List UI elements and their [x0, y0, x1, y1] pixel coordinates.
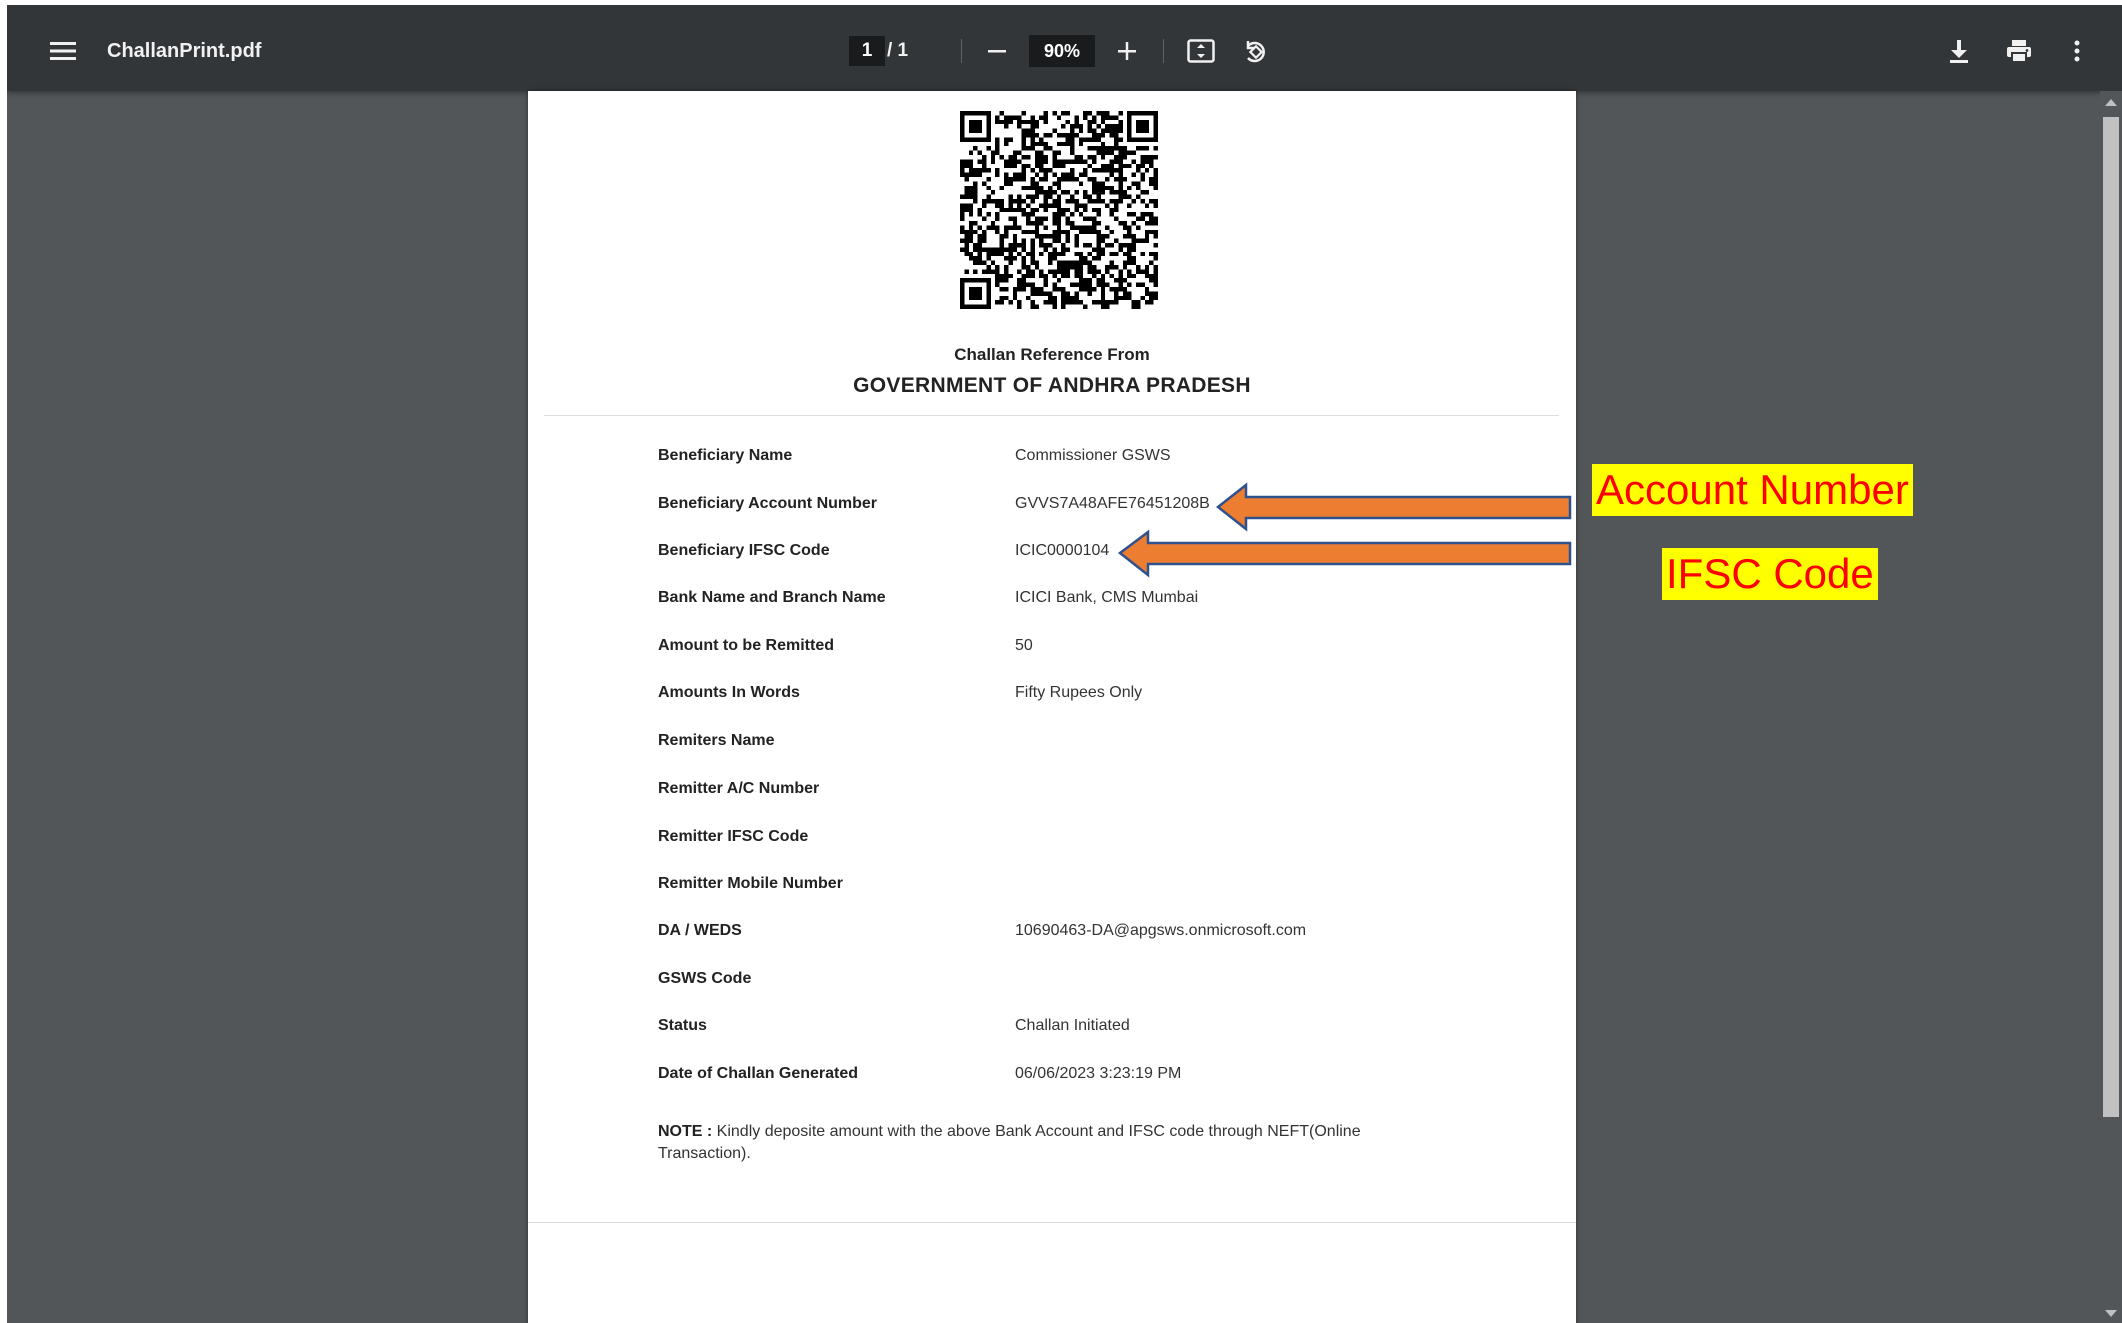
detail-value: GVVS7A48AFE76451208B: [1015, 495, 1210, 512]
toolbar-divider: [961, 39, 962, 63]
plus-icon: [1118, 42, 1136, 60]
file-title: ChallanPrint.pdf: [107, 39, 262, 62]
detail-label: Remitter IFSC Code: [658, 828, 809, 845]
pdf-page: Challan Reference From GOVERNMENT OF AND…: [528, 91, 1576, 1323]
qr-code: [960, 111, 1158, 309]
heading-divider: [544, 415, 1559, 416]
detail-row: Remitter IFSC Code: [658, 828, 1458, 854]
detail-row: Remitter A/C Number: [658, 780, 1458, 806]
detail-label: Beneficiary Name: [658, 447, 793, 464]
page-count: / 1: [887, 40, 909, 61]
scroll-up-arrow-icon[interactable]: [2105, 99, 2117, 106]
detail-value: 10690463-DA@apgsws.onmicrosoft.com: [1015, 922, 1307, 939]
detail-row: Remitter Mobile Number: [658, 875, 1458, 901]
document-heading: GOVERNMENT OF ANDHRA PRADESH: [853, 374, 1251, 397]
detail-row: Bank Name and Branch Name ICICI Bank, CMS…: [658, 589, 1458, 615]
zoom-out-button[interactable]: [975, 29, 1019, 73]
detail-label: Status: [658, 1017, 707, 1034]
detail-label: Date of Challan Generated: [658, 1065, 859, 1082]
minus-icon: [988, 50, 1006, 53]
detail-value: Fifty Rupees Only: [1015, 684, 1143, 701]
scroll-down-arrow-icon[interactable]: [2105, 1310, 2117, 1317]
scroll-thumb[interactable]: [2103, 117, 2119, 1117]
page-bottom-divider: [528, 1222, 1576, 1223]
detail-row: Amount to be Remitted 50: [658, 637, 1458, 663]
document-caption: Challan Reference From: [954, 345, 1150, 364]
detail-row: Date of Challan Generated 06/06/2023 3:23…: [658, 1065, 1458, 1091]
detail-value: ICIC0000104: [1015, 542, 1110, 559]
page-number-input[interactable]: [849, 36, 885, 66]
fit-to-page-button[interactable]: [1179, 29, 1223, 73]
note: NOTE : Kindly deposite amount with the a…: [658, 1121, 1418, 1165]
detail-label: GSWS Code: [658, 970, 752, 987]
detail-row: Status Challan Initiated: [658, 1017, 1458, 1043]
rotate-button[interactable]: [1233, 29, 1277, 73]
download-icon: [1950, 40, 1968, 63]
zoom-in-button[interactable]: [1105, 29, 1149, 73]
pdf-viewer: ChallanPrint.pdf / 1: [7, 5, 2122, 1323]
detail-label: Amount to be Remitted: [658, 637, 834, 654]
detail-row: GSWS Code: [658, 970, 1458, 996]
detail-row: Beneficiary Account Number GVVS7A48AFE764…: [658, 495, 1458, 521]
download-button[interactable]: [1937, 29, 1981, 73]
ifsc-code-annotation: IFSC Code: [1662, 548, 1878, 600]
print-icon: [2007, 40, 2031, 63]
detail-value: ICICI Bank, CMS Mumbai: [1015, 589, 1199, 606]
detail-label: Remitter A/C Number: [658, 780, 820, 797]
detail-row: Beneficiary IFSC Code ICIC0000104: [658, 542, 1458, 568]
detail-label: Beneficiary IFSC Code: [658, 542, 830, 559]
fit-to-page-icon: [1187, 39, 1215, 63]
detail-row: Amounts In Words Fifty Rupees Only: [658, 684, 1458, 710]
zoom-level-input[interactable]: [1029, 35, 1095, 67]
detail-value: 06/06/2023 3:23:19 PM: [1015, 1065, 1182, 1082]
detail-value: Challan Initiated: [1015, 1017, 1130, 1034]
detail-row: Remiters Name: [658, 732, 1458, 758]
toolbar-divider: [1163, 39, 1164, 63]
detail-value: Commissioner GSWS: [1015, 447, 1171, 464]
pdf-toolbar: ChallanPrint.pdf / 1: [7, 5, 2122, 91]
print-button[interactable]: [1997, 29, 2041, 73]
detail-label: Beneficiary Account Number: [658, 495, 878, 512]
detail-label: Bank Name and Branch Name: [658, 589, 886, 606]
detail-row: DA / WEDS 10690463-DA@apgsws.onmicrosoft.…: [658, 922, 1458, 948]
account-number-annotation: Account Number: [1592, 464, 1913, 516]
note-text: Kindly deposite amount with the above Ba…: [658, 1123, 1361, 1162]
detail-label: Remitter Mobile Number: [658, 875, 843, 892]
rotate-counterclockwise-icon: [1246, 41, 1265, 63]
more-vertical-icon: [2074, 40, 2080, 62]
detail-row: Beneficiary Name Commissioner GSWS: [658, 447, 1458, 473]
detail-label: DA / WEDS: [658, 922, 742, 939]
scrollbar[interactable]: [2100, 91, 2122, 1323]
detail-label: Amounts In Words: [658, 684, 800, 701]
hamburger-menu-icon: [50, 42, 76, 60]
detail-label: Remiters Name: [658, 732, 775, 749]
menu-button[interactable]: [37, 27, 89, 75]
more-actions-button[interactable]: [2055, 29, 2099, 73]
detail-value: 50: [1015, 637, 1033, 654]
note-label: NOTE :: [658, 1123, 713, 1140]
